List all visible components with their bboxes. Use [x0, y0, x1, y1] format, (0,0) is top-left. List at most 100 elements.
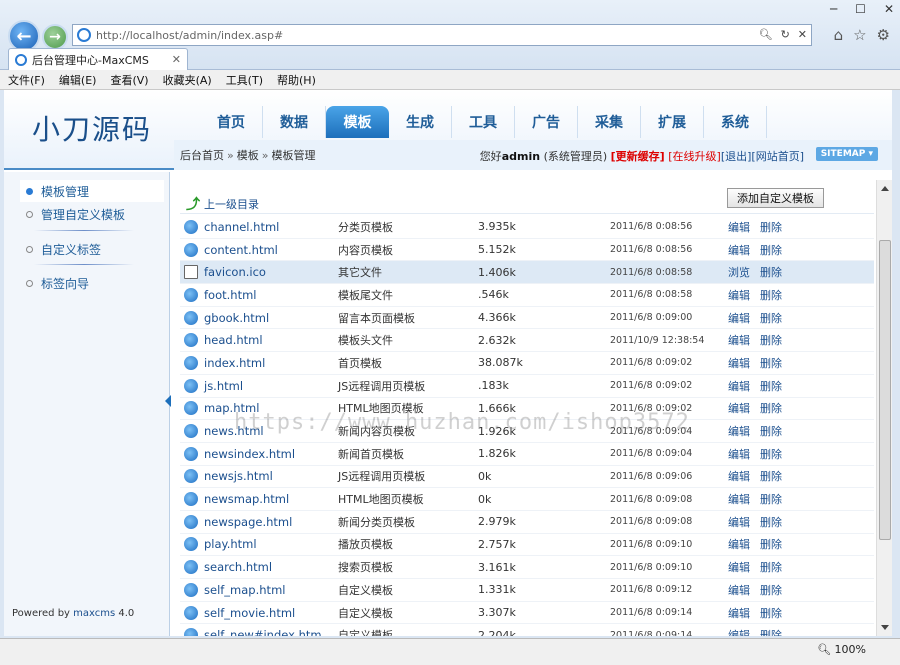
parent-dir-link[interactable]: ⤴ 上一级目录 — [186, 194, 259, 214]
nav-collect[interactable]: 采集 — [578, 106, 641, 138]
delete-link[interactable]: 删除 — [760, 627, 782, 636]
file-name[interactable]: foot.html — [204, 288, 338, 302]
collapse-sidebar-icon[interactable] — [165, 395, 171, 407]
star-icon[interactable]: ☆ — [853, 26, 866, 44]
delete-link[interactable]: 删除 — [760, 264, 782, 280]
nav-extend[interactable]: 扩展 — [641, 106, 704, 138]
edit-link[interactable]: 编辑 — [728, 310, 750, 326]
delete-link[interactable]: 删除 — [760, 514, 782, 530]
delete-link[interactable]: 删除 — [760, 332, 782, 348]
delete-link[interactable]: 删除 — [760, 355, 782, 371]
edit-link[interactable]: 编辑 — [728, 514, 750, 530]
edit-link[interactable]: 编辑 — [728, 536, 750, 552]
edit-link[interactable]: 编辑 — [728, 378, 750, 394]
vertical-scrollbar[interactable] — [876, 180, 892, 636]
forward-button[interactable]: → — [42, 24, 68, 50]
scroll-up-icon[interactable] — [881, 186, 889, 191]
file-name[interactable]: js.html — [204, 379, 338, 393]
edit-link[interactable]: 编辑 — [728, 242, 750, 258]
sidebar-item-template-manage[interactable]: 模板管理 — [20, 180, 164, 202]
edit-link[interactable]: 编辑 — [728, 423, 750, 439]
sidebar-item-custom-template[interactable]: 管理自定义模板 — [20, 203, 164, 225]
edit-link[interactable]: 编辑 — [728, 400, 750, 416]
file-name[interactable]: newspage.html — [204, 515, 338, 529]
minimize-icon[interactable]: ─ — [830, 2, 837, 16]
file-name[interactable]: self_map.html — [204, 583, 338, 597]
delete-link[interactable]: 删除 — [760, 468, 782, 484]
file-name[interactable]: gbook.html — [204, 311, 338, 325]
gear-icon[interactable]: ⚙ — [877, 26, 890, 44]
file-name[interactable]: newsindex.html — [204, 447, 338, 461]
breadcrumb-home[interactable]: 后台首页 — [180, 149, 224, 162]
scroll-down-icon[interactable] — [881, 625, 889, 630]
delete-link[interactable]: 删除 — [760, 582, 782, 598]
home-icon[interactable]: ⌂ — [834, 26, 844, 44]
delete-link[interactable]: 删除 — [760, 605, 782, 621]
edit-link[interactable]: 编辑 — [728, 468, 750, 484]
edit-link[interactable]: 编辑 — [728, 582, 750, 598]
nav-system[interactable]: 系统 — [704, 106, 767, 138]
file-name[interactable]: newsmap.html — [204, 492, 338, 506]
powered-brand[interactable]: maxcms — [73, 608, 115, 619]
sidebar-item-tag-wizard[interactable]: 标签向导 — [20, 272, 164, 294]
file-name[interactable]: channel.html — [204, 220, 338, 234]
address-text[interactable]: http://localhost/admin/index.asp# — [96, 29, 283, 42]
edit-link[interactable]: 编辑 — [728, 559, 750, 575]
nav-ads[interactable]: 广告 — [515, 106, 578, 138]
site-home-link[interactable]: [网站首页] — [751, 150, 804, 163]
edit-link[interactable]: 编辑 — [728, 219, 750, 235]
nav-data[interactable]: 数据 — [263, 106, 326, 138]
menu-favorites[interactable]: 收藏夹(A) — [163, 72, 212, 88]
delete-link[interactable]: 删除 — [760, 287, 782, 303]
file-name[interactable]: search.html — [204, 560, 338, 574]
tab-close-icon[interactable]: ✕ — [172, 53, 181, 66]
nav-tools[interactable]: 工具 — [452, 106, 515, 138]
delete-link[interactable]: 删除 — [760, 491, 782, 507]
sitemap-button[interactable]: SITEMAP ▾ — [815, 147, 878, 161]
maximize-icon[interactable]: ☐ — [855, 2, 866, 16]
address-bar[interactable]: http://localhost/admin/index.asp# 🔍︎ ↻ ✕ — [72, 24, 812, 46]
file-name[interactable]: index.html — [204, 356, 338, 370]
file-name[interactable]: head.html — [204, 333, 338, 347]
delete-link[interactable]: 删除 — [760, 559, 782, 575]
delete-link[interactable]: 删除 — [760, 242, 782, 258]
menu-tools[interactable]: 工具(T) — [226, 72, 263, 88]
search-icon[interactable]: 🔍︎ — [759, 28, 773, 41]
menu-file[interactable]: 文件(F) — [8, 72, 45, 88]
stop-icon[interactable]: ✕ — [798, 28, 807, 41]
edit-link[interactable]: 编辑 — [728, 605, 750, 621]
nav-template[interactable]: 模板 — [326, 106, 389, 138]
delete-link[interactable]: 删除 — [760, 536, 782, 552]
file-name[interactable]: content.html — [204, 243, 338, 257]
menu-edit[interactable]: 编辑(E) — [59, 72, 97, 88]
edit-link[interactable]: 编辑 — [728, 491, 750, 507]
menu-help[interactable]: 帮助(H) — [277, 72, 316, 88]
delete-link[interactable]: 删除 — [760, 423, 782, 439]
file-name[interactable]: newsjs.html — [204, 469, 338, 483]
breadcrumb-template[interactable]: 模板 — [237, 149, 259, 162]
sidebar-item-custom-tag[interactable]: 自定义标签 — [20, 238, 164, 260]
file-name[interactable]: self_new#index.htm — [204, 628, 338, 636]
delete-link[interactable]: 删除 — [760, 378, 782, 394]
close-icon[interactable]: ✕ — [884, 2, 894, 16]
delete-link[interactable]: 删除 — [760, 400, 782, 416]
file-name[interactable]: news.html — [204, 424, 338, 438]
refresh-cache-link[interactable]: [更新缓存] — [611, 150, 665, 163]
delete-link[interactable]: 删除 — [760, 219, 782, 235]
edit-link[interactable]: 编辑 — [728, 332, 750, 348]
add-custom-template-button[interactable]: 添加自定义模板 — [727, 188, 824, 208]
online-upgrade-link[interactable]: [在线升级] — [668, 150, 721, 163]
logout-link[interactable]: [退出] — [721, 150, 752, 163]
file-name[interactable]: self_movie.html — [204, 606, 338, 620]
delete-link[interactable]: 删除 — [760, 310, 782, 326]
zoom-level[interactable]: 🔍︎ 100% — [817, 643, 866, 656]
delete-link[interactable]: 删除 — [760, 446, 782, 462]
nav-home[interactable]: 首页 — [200, 106, 263, 138]
edit-link[interactable]: 编辑 — [728, 446, 750, 462]
refresh-icon[interactable]: ↻ — [781, 28, 790, 41]
nav-generate[interactable]: 生成 — [389, 106, 452, 138]
browser-tab[interactable]: 后台管理中心-MaxCMS ✕ — [8, 48, 188, 70]
file-name[interactable]: favicon.ico — [204, 265, 338, 279]
edit-link[interactable]: 编辑 — [728, 355, 750, 371]
file-name[interactable]: map.html — [204, 401, 338, 415]
